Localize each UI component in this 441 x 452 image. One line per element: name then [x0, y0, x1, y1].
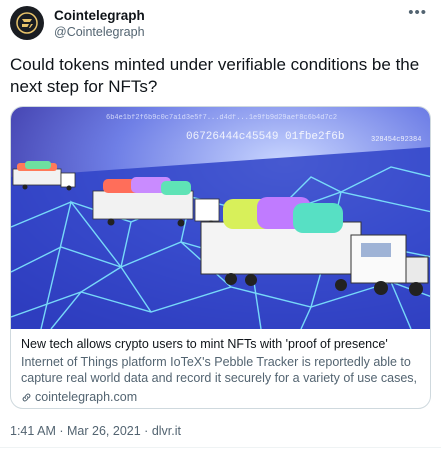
avatar[interactable]: [10, 6, 44, 40]
tweet-date[interactable]: Mar 26, 2021: [67, 424, 141, 438]
card-image: 6b4e1bf2f6b9c0c7a1d3e5f7...d4df...1e9fb9…: [11, 107, 430, 329]
link-icon: [22, 393, 31, 401]
meta-separator: ·: [59, 424, 64, 438]
card-title: New tech allows crypto users to mint NFT…: [21, 337, 388, 351]
card-domain: cointelegraph.com: [21, 389, 421, 405]
cointelegraph-logo-icon: [16, 12, 38, 34]
divider: [0, 447, 441, 448]
card-image-hash-3: 328454c92384: [371, 136, 421, 144]
card-description: Internet of Things platform IoTeX's Pebb…: [21, 355, 418, 385]
author-handle[interactable]: @Cointelegraph: [54, 25, 145, 39]
card-image-hash-2: 06726444c45549 01fbe2f6b: [186, 131, 344, 143]
meta-separator: ·: [144, 424, 149, 438]
card-domain-text: cointelegraph.com: [35, 390, 138, 404]
link-card[interactable]: 6b4e1bf2f6b9c0c7a1d3e5f7...d4df...1e9fb9…: [10, 106, 431, 409]
tweet-time[interactable]: 1:41 AM: [10, 424, 56, 438]
more-icon[interactable]: •••: [408, 4, 427, 21]
card-image-hash-1: 6b4e1bf2f6b9c0c7a1d3e5f7...d4df...1e9fb9…: [106, 114, 337, 122]
tweet-source[interactable]: dlvr.it: [152, 424, 181, 438]
author-name[interactable]: Cointelegraph: [54, 8, 145, 23]
tweet-text: Could tokens minted under verifiable con…: [10, 55, 420, 96]
tweet-meta: 1:41 AM · Mar 26, 2021 · dlvr.it: [10, 424, 181, 438]
